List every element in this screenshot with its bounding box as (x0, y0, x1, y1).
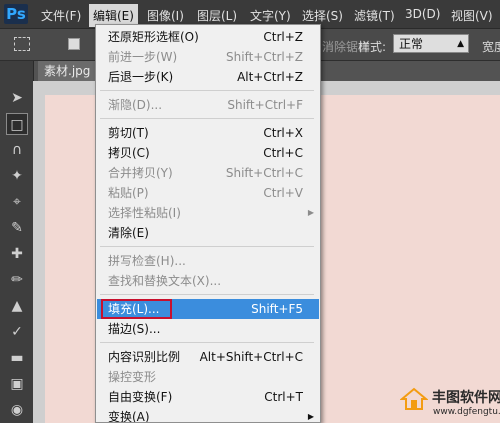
menu-separator (100, 118, 314, 119)
menu-separator (100, 342, 314, 343)
app-logo: Ps (4, 4, 28, 24)
menu-filter[interactable]: 滤镜(T) (354, 7, 395, 24)
menu-item-step-forward[interactable]: 前进一步(W) Shift+Ctrl+Z (97, 47, 319, 67)
eraser-tool-icon[interactable]: ▬ (6, 347, 28, 369)
style-label: 样式: (358, 40, 387, 54)
magic-wand-icon[interactable]: ✦ (6, 165, 28, 187)
gradient-tool-icon[interactable]: ▣ (6, 373, 28, 395)
menu-image[interactable]: 图像(I) (147, 7, 184, 24)
menu-item-cut[interactable]: 剪切(T) Ctrl+X (97, 123, 319, 143)
annotation-highlight-box (101, 299, 172, 319)
document-tab[interactable]: 素材.jpg (38, 61, 98, 81)
menu-separator (100, 90, 314, 91)
watermark: 丰图软件网 www.dgfengtu.com (396, 385, 500, 423)
blur-tool-icon[interactable]: ◉ (6, 399, 28, 421)
style-select[interactable]: 正常 ▲︎ (393, 34, 469, 53)
menu-item-check-spelling[interactable]: 拼写检查(H)... (97, 251, 319, 271)
menu-item-copy-merged[interactable]: 合并拷贝(Y) Shift+Ctrl+C (97, 163, 319, 183)
width-label: 宽度 (482, 40, 500, 54)
menu-3d[interactable]: 3D(D) (405, 7, 440, 21)
menu-item-free-transform[interactable]: 自由变换(F) Ctrl+T (97, 387, 319, 407)
submenu-arrow-icon: ▶ (307, 412, 314, 421)
menu-separator (100, 246, 314, 247)
menu-item-fade[interactable]: 渐隐(D)... Shift+Ctrl+F (97, 95, 319, 115)
menu-item-find-replace[interactable]: 查找和替换文本(X)... (97, 271, 319, 291)
menu-type[interactable]: 文字(Y) (250, 7, 291, 24)
marquee-preset-icon[interactable] (14, 37, 30, 51)
menu-item-puppet-warp[interactable]: 操控变形 (97, 367, 319, 387)
menu-separator (100, 294, 314, 295)
new-selection-icon[interactable] (68, 38, 80, 50)
watermark-url: www.dgfengtu.com (433, 407, 500, 417)
watermark-title: 丰图软件网 (432, 390, 500, 406)
menu-item-step-backward[interactable]: 后退一步(K) Alt+Ctrl+Z (97, 67, 319, 87)
toolbox: ➤ □ ∩ ✦ ⌖ ✎ ✚ ✏ ▲ ✓ ▬ ▣ ◉ (0, 61, 34, 423)
menu-layer[interactable]: 图层(L) (197, 7, 237, 24)
menu-item-clear[interactable]: 清除(E) (97, 223, 319, 243)
crop-tool-icon[interactable]: ⌖ (6, 191, 28, 213)
menu-item-stroke[interactable]: 描边(S)... (97, 319, 319, 339)
edit-menu: 还原矩形选框(O) Ctrl+Z 前进一步(W) Shift+Ctrl+Z 后退一步… (95, 24, 321, 423)
eyedropper-icon[interactable]: ✎ (6, 217, 28, 239)
menu-item-paste[interactable]: 粘贴(P) Ctrl+V (97, 183, 319, 203)
menu-item-copy[interactable]: 拷贝(C) Ctrl+C (97, 143, 319, 163)
menu-file[interactable]: 文件(F) (41, 7, 81, 24)
lasso-tool-icon[interactable]: ∩ (6, 139, 28, 161)
menu-item-fill[interactable]: 填充(L)... Shift+F5 (97, 299, 319, 319)
marquee-tool-icon[interactable]: □ (6, 113, 28, 135)
chevron-down-icon: ▲︎ (457, 39, 464, 49)
menu-item-content-aware-scale[interactable]: 内容识别比例 Alt+Shift+Ctrl+C (97, 347, 319, 367)
submenu-arrow-icon: ▶ (307, 208, 314, 217)
menu-select[interactable]: 选择(S) (302, 7, 343, 24)
ruler-vertical (33, 95, 45, 423)
clone-stamp-icon[interactable]: ▲ (6, 295, 28, 317)
menu-item-transform[interactable]: 变换(A) ▶ (97, 407, 319, 422)
move-tool-icon[interactable]: ➤ (6, 87, 28, 109)
brush-tool-icon[interactable]: ✏ (6, 269, 28, 291)
history-brush-icon[interactable]: ✓ (6, 321, 28, 343)
healing-brush-icon[interactable]: ✚ (6, 243, 28, 265)
menu-view[interactable]: 视图(V) (451, 7, 493, 24)
menu-item-paste-special[interactable]: 选择性粘贴(I) ▶ (97, 203, 319, 223)
menu-item-undo[interactable]: 还原矩形选框(O) Ctrl+Z (97, 27, 319, 47)
watermark-logo-icon (400, 387, 428, 410)
style-value: 正常 (399, 37, 424, 51)
